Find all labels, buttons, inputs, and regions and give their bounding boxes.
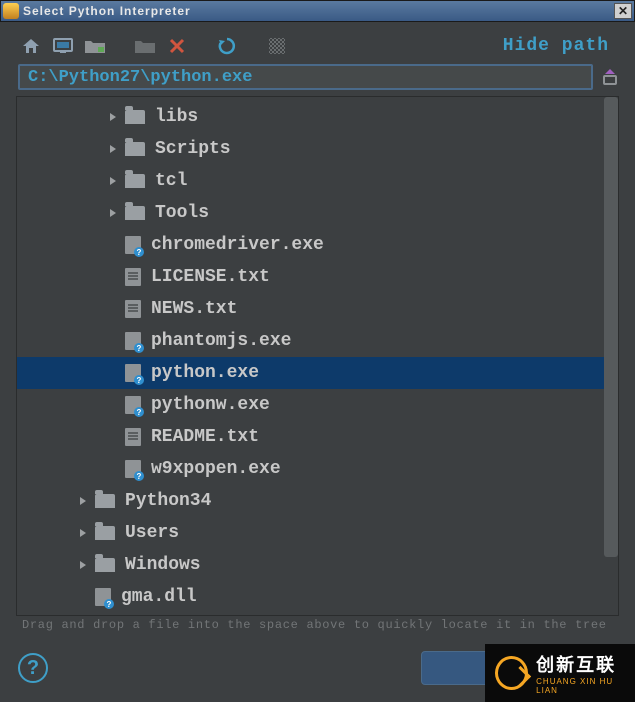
tree-item-label: tcl <box>155 171 187 191</box>
expand-arrow-icon[interactable] <box>107 143 119 155</box>
tree-file[interactable]: gma.dll <box>17 581 618 613</box>
tree-item-label: w9xpopen.exe <box>151 459 281 479</box>
home-button[interactable] <box>18 34 44 58</box>
tree-file[interactable]: phantomjs.exe <box>17 325 618 357</box>
unknown-file-icon <box>125 460 141 478</box>
new-folder-button[interactable] <box>132 34 158 58</box>
unknown-file-icon <box>95 588 111 606</box>
arrow-spacer <box>107 239 119 251</box>
toolbar: Hide path <box>2 24 633 64</box>
path-row <box>2 64 633 96</box>
tree-folder[interactable]: Windows <box>17 549 618 581</box>
arrow-spacer <box>77 591 89 603</box>
expand-arrow-icon[interactable] <box>77 495 89 507</box>
tree-item-label: python.exe <box>151 363 259 383</box>
arrow-spacer <box>107 463 119 475</box>
folder-icon <box>125 174 145 188</box>
tree-item-label: gma.dll <box>121 587 197 607</box>
folder-icon <box>125 206 145 220</box>
tree-item-label: NEWS.txt <box>151 299 237 319</box>
show-hidden-icon <box>268 37 286 55</box>
project-folder-icon <box>84 38 106 54</box>
refresh-icon <box>217 36 237 56</box>
file-tree[interactable]: libs Scripts tcl Tools chromedriver.exe LICEN… <box>16 96 619 616</box>
expand-arrow-icon[interactable] <box>107 175 119 187</box>
help-button[interactable]: ? <box>18 653 48 683</box>
scrollbar[interactable] <box>604 97 618 615</box>
tree-folder[interactable]: Tools <box>17 197 618 229</box>
app-icon <box>3 3 19 19</box>
window-title: Select Python Interpreter <box>23 4 614 18</box>
unknown-file-icon <box>125 396 141 414</box>
arrow-spacer <box>107 271 119 283</box>
desktop-icon <box>53 38 73 54</box>
show-hidden-button[interactable] <box>264 34 290 58</box>
desktop-button[interactable] <box>50 34 76 58</box>
project-button[interactable] <box>82 34 108 58</box>
tree-item-label: Users <box>125 523 179 543</box>
tree-file[interactable]: w9xpopen.exe <box>17 453 618 485</box>
hint-text: Drag and drop a file into the space abov… <box>2 616 633 632</box>
arrow-spacer <box>107 367 119 379</box>
folder-icon <box>95 526 115 540</box>
tree-file[interactable]: NEWS.txt <box>17 293 618 325</box>
history-button[interactable] <box>601 66 619 88</box>
folder-icon <box>125 110 145 124</box>
unknown-file-icon <box>125 364 141 382</box>
new-folder-icon <box>134 38 156 54</box>
arrow-spacer <box>107 303 119 315</box>
expand-arrow-icon[interactable] <box>107 207 119 219</box>
tree-folder[interactable]: tcl <box>17 165 618 197</box>
expand-arrow-icon[interactable] <box>77 527 89 539</box>
tree-item-label: libs <box>155 107 198 127</box>
home-icon <box>21 37 41 55</box>
tree-folder[interactable]: Users <box>17 517 618 549</box>
unknown-file-icon <box>125 236 141 254</box>
hide-path-link[interactable]: Hide path <box>503 36 617 56</box>
expand-arrow-icon[interactable] <box>107 111 119 123</box>
brand-main-text: 创新互联 <box>536 651 635 677</box>
tree-file[interactable]: LICENSE.txt <box>17 261 618 293</box>
tree-item-label: Tools <box>155 203 209 223</box>
path-input[interactable] <box>18 64 593 90</box>
folder-icon <box>125 142 145 156</box>
folder-icon <box>95 558 115 572</box>
brand-logo-icon <box>495 656 528 690</box>
unknown-file-icon <box>125 332 141 350</box>
tree-folder[interactable]: Scripts <box>17 133 618 165</box>
tree-folder[interactable]: libs <box>17 101 618 133</box>
tree-file[interactable]: pythonw.exe <box>17 389 618 421</box>
tree-item-label: Scripts <box>155 139 231 159</box>
expand-arrow-icon[interactable] <box>77 559 89 571</box>
arrow-spacer <box>107 399 119 411</box>
text-file-icon <box>125 428 141 446</box>
close-button[interactable]: ✕ <box>614 3 632 19</box>
tree-item-label: README.txt <box>151 427 259 447</box>
scrollbar-thumb[interactable] <box>604 97 618 557</box>
tree-file[interactable]: README.txt <box>17 421 618 453</box>
tree-item-label: LICENSE.txt <box>151 267 270 287</box>
arrow-spacer <box>107 431 119 443</box>
tree-file[interactable]: chromedriver.exe <box>17 229 618 261</box>
window-titlebar[interactable]: Select Python Interpreter ✕ <box>0 0 635 22</box>
brand-sub-text: CHUANG XIN HU LIAN <box>536 677 635 695</box>
arrow-spacer <box>107 335 119 347</box>
tree-item-label: Python34 <box>125 491 211 511</box>
tree-item-label: chromedriver.exe <box>151 235 324 255</box>
refresh-button[interactable] <box>214 34 240 58</box>
tree-item-label: pythonw.exe <box>151 395 270 415</box>
folder-icon <box>95 494 115 508</box>
tree-folder[interactable]: Python34 <box>17 485 618 517</box>
delete-icon <box>169 38 185 54</box>
delete-button[interactable] <box>164 34 190 58</box>
tree-item-label: Windows <box>125 555 201 575</box>
tree-item-label: phantomjs.exe <box>151 331 291 351</box>
brand-watermark: 创新互联 CHUANG XIN HU LIAN <box>485 644 635 702</box>
history-icon <box>601 66 619 86</box>
tree-file[interactable]: python.exe <box>17 357 618 389</box>
text-file-icon <box>125 268 141 286</box>
text-file-icon <box>125 300 141 318</box>
